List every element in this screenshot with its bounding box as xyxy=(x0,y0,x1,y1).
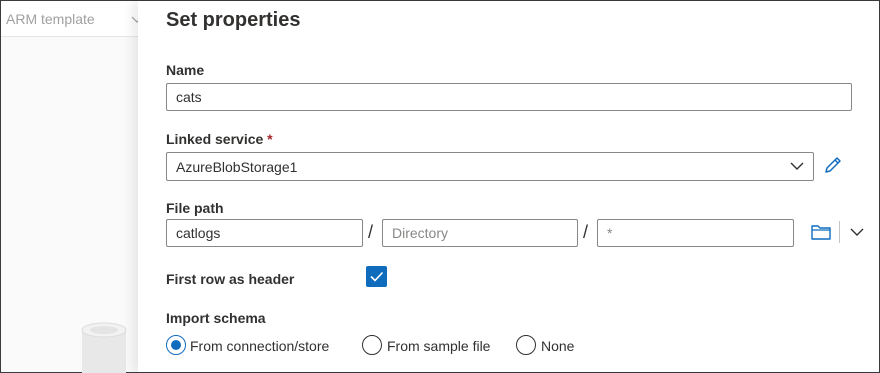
path-separator: / xyxy=(583,222,589,242)
chevron-down-icon[interactable] xyxy=(788,157,806,175)
linked-service-label: Linked service * xyxy=(166,131,273,147)
database-icon xyxy=(81,322,127,373)
linked-service-value: AzureBlobStorage1 xyxy=(176,159,298,175)
edit-pencil-icon[interactable] xyxy=(822,154,844,176)
import-schema-label: Import schema xyxy=(166,310,266,326)
radio-none[interactable] xyxy=(516,335,536,355)
path-separator: / xyxy=(368,222,374,242)
file-path-container-input[interactable]: catlogs xyxy=(166,219,363,247)
radio-from-sample-file-label[interactable]: From sample file xyxy=(387,338,490,354)
panel-title: Set properties xyxy=(166,9,301,31)
name-input[interactable]: cats xyxy=(166,83,852,111)
name-label: Name xyxy=(166,62,205,78)
browse-folder-icon[interactable] xyxy=(810,223,832,241)
radio-from-sample-file[interactable] xyxy=(362,335,382,355)
toolbar-divider xyxy=(839,221,840,243)
background-tab-label: ARM template xyxy=(6,11,95,27)
linked-service-label-text: Linked service xyxy=(166,131,264,147)
file-path-file-input[interactable]: * xyxy=(597,219,794,247)
radio-from-connection[interactable] xyxy=(166,335,186,355)
first-row-header-label: First row as header xyxy=(166,271,295,287)
first-row-header-checkbox[interactable] xyxy=(366,266,387,287)
linked-service-select[interactable]: AzureBlobStorage1 xyxy=(166,152,814,181)
radio-from-connection-label[interactable]: From connection/store xyxy=(190,338,329,354)
file-path-label: File path xyxy=(166,200,224,216)
required-marker: * xyxy=(267,131,273,147)
background-canvas xyxy=(1,1,151,372)
background-tab[interactable]: ARM template xyxy=(1,1,151,37)
radio-none-label[interactable]: None xyxy=(541,338,574,354)
checkmark-icon xyxy=(370,271,384,282)
file-path-directory-input[interactable]: Directory xyxy=(382,219,578,247)
chevron-down-icon[interactable] xyxy=(848,223,866,241)
